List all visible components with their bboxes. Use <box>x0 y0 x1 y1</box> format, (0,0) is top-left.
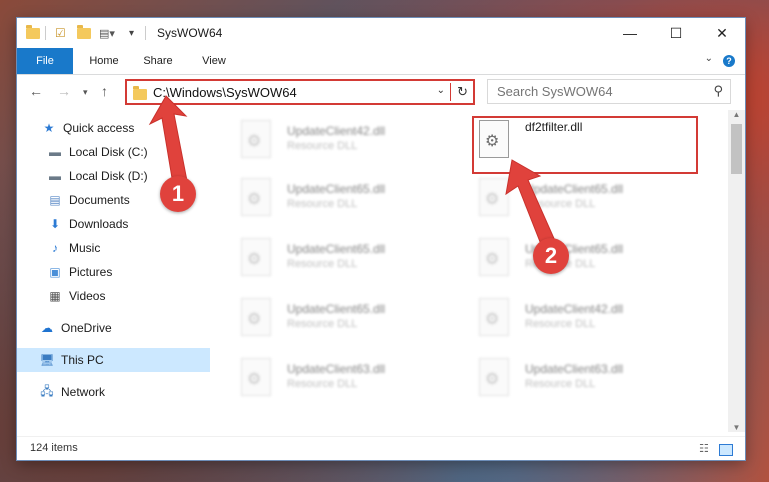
step-1-badge: 1 <box>160 176 196 212</box>
annotation-arrows <box>148 95 561 263</box>
step-2-badge: 2 <box>533 238 569 274</box>
